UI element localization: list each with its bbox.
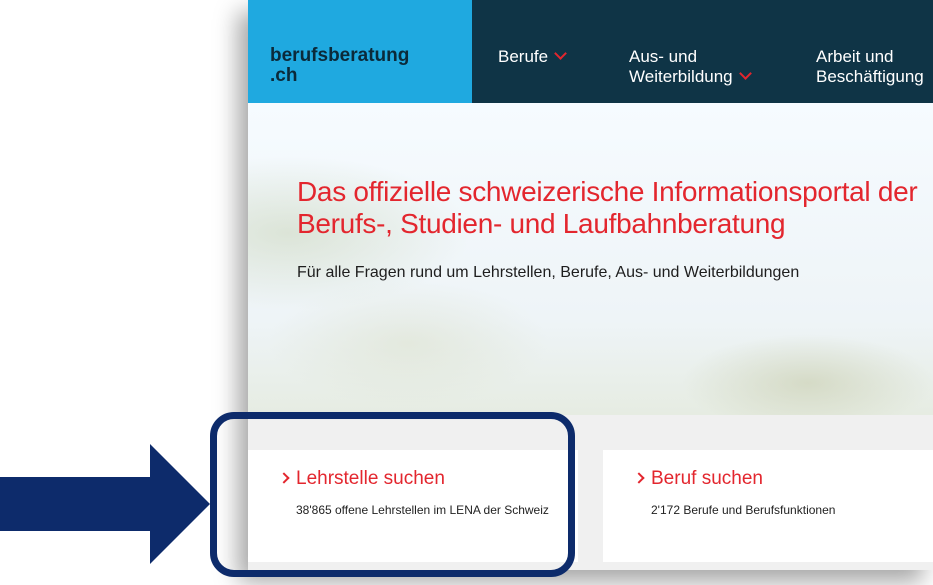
main-navigation: berufsberatung .ch Berufe Aus- und Weite… bbox=[248, 0, 933, 115]
page-subtitle: Für alle Fragen rund um Lehrstellen, Ber… bbox=[297, 264, 800, 281]
card-title[interactable]: Beruf suchen bbox=[651, 468, 763, 490]
card-description: 2'172 Berufe und Berufsfunktionen bbox=[651, 503, 836, 517]
page-title-line2: Berufs-, Studien- und Laufbahnberatung bbox=[297, 208, 786, 239]
nav-item-label-line1: Aus- und bbox=[629, 47, 698, 66]
nav-item-label-line1: Arbeit und bbox=[816, 47, 894, 66]
nav-item-berufe[interactable]: Berufe bbox=[498, 47, 567, 67]
nav-item-label-line2: Beschäftigung bbox=[816, 67, 924, 86]
hero-banner bbox=[248, 103, 933, 415]
nav-item-label-line2: Weiterbildung bbox=[629, 67, 733, 86]
page-title-line1: Das offizielle schweizerische Informatio… bbox=[297, 176, 918, 207]
nav-item-label: Berufe bbox=[498, 47, 549, 66]
chevron-down-icon bbox=[738, 67, 752, 80]
arrow-right-icon bbox=[0, 444, 210, 564]
page-title: Das offizielle schweizerische Informatio… bbox=[297, 176, 933, 240]
card-beruf-suchen[interactable]: Beruf suchen 2'172 Berufe und Berufsfunk… bbox=[603, 450, 933, 562]
nav-item-arbeit-und-beschaeftigung[interactable]: Arbeit und Beschäftigung bbox=[816, 47, 924, 87]
logo-text-domain: .ch bbox=[270, 65, 298, 86]
chevron-down-icon bbox=[554, 47, 567, 60]
highlight-box bbox=[210, 412, 575, 577]
site-logo[interactable]: berufsberatung .ch bbox=[248, 0, 472, 115]
logo-text-main: berufsberatung bbox=[270, 45, 410, 66]
chevron-right-icon bbox=[633, 472, 645, 484]
nav-item-aus-und-weiterbildung[interactable]: Aus- und Weiterbildung bbox=[629, 47, 752, 87]
